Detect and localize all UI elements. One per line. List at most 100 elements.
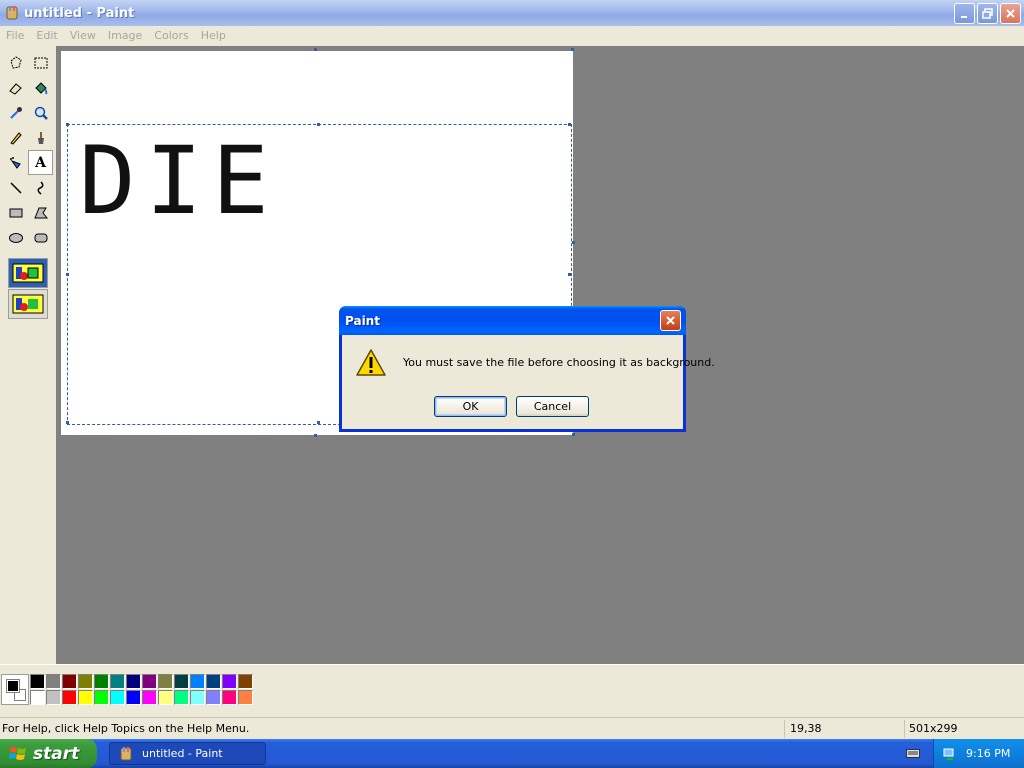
canvas-resize-handle[interactable] xyxy=(314,434,317,437)
ok-button[interactable]: OK xyxy=(434,396,507,417)
transparent-background-icon xyxy=(12,294,44,314)
color-swatch[interactable] xyxy=(174,690,189,705)
canvas-resize-handle[interactable] xyxy=(572,241,575,244)
menu-view[interactable]: View xyxy=(64,29,102,42)
keyboard-icon[interactable] xyxy=(906,747,920,759)
menu-bar: File Edit View Image Colors Help xyxy=(0,26,1024,45)
color-swatch[interactable] xyxy=(46,690,61,705)
color-swatch[interactable] xyxy=(126,674,141,689)
ellipse-tool[interactable] xyxy=(3,225,28,250)
color-swatch[interactable] xyxy=(46,674,61,689)
menu-help[interactable]: Help xyxy=(195,29,232,42)
taskbar-item-paint[interactable]: untitled - Paint xyxy=(109,742,266,765)
fill-bucket-icon xyxy=(34,81,47,94)
cancel-button[interactable]: Cancel xyxy=(516,396,589,417)
color-swatch[interactable] xyxy=(190,690,205,705)
selection-handle[interactable] xyxy=(568,273,571,276)
selection-handle[interactable] xyxy=(66,123,69,126)
line-tool[interactable] xyxy=(3,175,28,200)
color-swatch[interactable] xyxy=(142,674,157,689)
menu-image[interactable]: Image xyxy=(102,29,148,42)
restore-button[interactable] xyxy=(977,3,998,24)
rectangle-tool[interactable] xyxy=(3,200,28,225)
color-swatch[interactable] xyxy=(126,690,141,705)
network-icon[interactable] xyxy=(942,747,956,761)
menu-edit[interactable]: Edit xyxy=(30,29,63,42)
color-swatch[interactable] xyxy=(30,674,45,689)
dialog-title-bar[interactable]: Paint xyxy=(339,306,686,335)
system-tray: 9:16 PM xyxy=(933,739,1024,768)
color-swatch[interactable] xyxy=(94,674,109,689)
color-swatch[interactable] xyxy=(158,674,173,689)
color-palette xyxy=(0,664,1024,714)
color-swatch[interactable] xyxy=(238,674,253,689)
close-icon xyxy=(666,316,675,325)
magnifier-tool[interactable] xyxy=(28,100,53,125)
selection-handle[interactable] xyxy=(317,123,320,126)
color-swatch[interactable] xyxy=(78,690,93,705)
color-swatch[interactable] xyxy=(110,690,125,705)
airbrush-icon xyxy=(9,156,21,169)
color-swatch[interactable] xyxy=(94,690,109,705)
color-swatch[interactable] xyxy=(30,690,45,705)
pencil-tool[interactable] xyxy=(3,125,28,150)
dialog-message: You must save the file before choosing i… xyxy=(403,356,715,369)
color-swatch[interactable] xyxy=(222,674,237,689)
polygon-icon xyxy=(33,207,48,218)
opaque-background-icon xyxy=(12,263,44,283)
status-size: 501x299 xyxy=(909,722,958,735)
airbrush-tool[interactable] xyxy=(3,150,28,175)
close-button[interactable] xyxy=(1000,3,1021,24)
canvas-resize-handle[interactable] xyxy=(314,48,317,51)
menu-colors[interactable]: Colors xyxy=(148,29,194,42)
curve-tool[interactable] xyxy=(28,175,53,200)
menu-file[interactable]: File xyxy=(0,29,30,42)
pick-color-tool[interactable] xyxy=(3,100,28,125)
canvas-resize-handle[interactable] xyxy=(572,433,575,436)
ellipse-icon xyxy=(8,232,23,243)
transparent-background-option[interactable] xyxy=(8,289,48,319)
rounded-rectangle-tool[interactable] xyxy=(28,225,53,250)
color-swatch[interactable] xyxy=(238,690,253,705)
current-colors xyxy=(1,674,29,705)
dialog-close-button[interactable] xyxy=(660,310,681,331)
selection-handle[interactable] xyxy=(66,421,69,424)
selection-handle[interactable] xyxy=(568,123,571,126)
color-swatches xyxy=(30,674,254,706)
start-button[interactable]: start xyxy=(0,739,97,768)
magnifier-icon xyxy=(34,106,48,120)
free-form-select-icon xyxy=(9,55,22,69)
text-tool-icon: A xyxy=(35,154,46,171)
eraser-tool[interactable] xyxy=(3,75,28,100)
brush-tool[interactable] xyxy=(28,125,53,150)
rectangle-icon xyxy=(9,208,22,217)
minimize-button[interactable] xyxy=(954,3,975,24)
canvas-resize-handle[interactable] xyxy=(571,48,574,51)
text-tool[interactable]: A xyxy=(28,150,53,175)
polygon-tool[interactable] xyxy=(28,200,53,225)
line-icon xyxy=(9,181,22,194)
status-bar: For Help, click Help Topics on the Help … xyxy=(0,717,1024,739)
select-tool[interactable] xyxy=(28,50,53,75)
selection-handle[interactable] xyxy=(317,421,320,424)
rounded-rectangle-icon xyxy=(34,233,47,242)
message-dialog: Paint You must save the file before choo… xyxy=(339,306,715,432)
color-swatch[interactable] xyxy=(206,674,221,689)
free-form-select-tool[interactable] xyxy=(3,50,28,75)
color-swatch[interactable] xyxy=(62,690,77,705)
color-swatch[interactable] xyxy=(222,690,237,705)
fill-tool[interactable] xyxy=(28,75,53,100)
select-icon xyxy=(34,57,47,68)
color-swatch[interactable] xyxy=(158,690,173,705)
color-swatch[interactable] xyxy=(190,674,205,689)
color-swatch[interactable] xyxy=(174,674,189,689)
color-swatch[interactable] xyxy=(62,674,77,689)
restore-icon xyxy=(982,8,993,19)
color-swatch[interactable] xyxy=(110,674,125,689)
color-swatch[interactable] xyxy=(206,690,221,705)
selection-handle[interactable] xyxy=(66,273,69,276)
opaque-background-option[interactable] xyxy=(8,258,48,288)
color-swatch[interactable] xyxy=(78,674,93,689)
clock[interactable]: 9:16 PM xyxy=(966,747,1010,760)
color-swatch[interactable] xyxy=(142,690,157,705)
